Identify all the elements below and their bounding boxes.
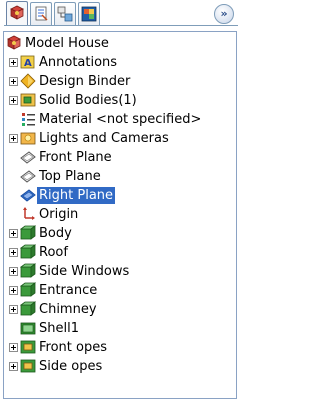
expand-toggle[interactable] (9, 77, 18, 86)
display-manager-icon (81, 6, 97, 22)
design-binder-icon (20, 73, 36, 89)
tree-item-front-plane[interactable]: Front Plane (4, 148, 234, 167)
feature-tree: Model House A Annotations Design Binder (3, 31, 237, 399)
feature-icon (20, 244, 36, 259)
tree-item-front-opes[interactable]: Front opes (4, 338, 234, 357)
tree-item-label: Front opes (39, 340, 107, 355)
plane-icon (20, 189, 36, 202)
tree-item-chimney[interactable]: Chimney (4, 300, 234, 319)
feature-icon (20, 225, 36, 240)
tab-divider (4, 25, 238, 26)
tree-item-label: Side opes (39, 359, 103, 374)
feature-manager-tab[interactable] (6, 1, 28, 26)
tree-item-label: Side Windows (39, 264, 130, 279)
tree-item-side-windows[interactable]: Side Windows (4, 262, 234, 281)
tree-item-label: Front Plane (39, 150, 112, 165)
feature-icon (20, 301, 36, 316)
manager-tabs-toolbar: » (4, 1, 238, 31)
material-icon (22, 113, 35, 126)
feature-manager-icon (10, 5, 24, 20)
tree-item-side-opes[interactable]: Side opes (4, 357, 234, 376)
cut-feature-icon (20, 359, 36, 373)
tree-item-right-plane[interactable]: Right Plane (4, 186, 234, 205)
plane-icon (20, 170, 36, 183)
expand-toggle[interactable] (9, 267, 18, 276)
expand-tabs-button[interactable]: » (214, 4, 234, 24)
expand-toggle[interactable] (9, 96, 18, 105)
feature-icon (20, 263, 36, 278)
expand-toggle[interactable] (9, 286, 18, 295)
tree-item-body[interactable]: Body (4, 224, 234, 243)
tree-item-label: Chimney (39, 302, 97, 317)
expand-toggle[interactable] (9, 248, 18, 257)
cut-feature-icon (20, 340, 36, 354)
feature-icon (20, 282, 36, 297)
svg-text:A: A (24, 58, 32, 69)
tree-item-label: Entrance (39, 283, 98, 298)
tree-item-label: Annotations (39, 55, 118, 70)
expand-toggle[interactable] (9, 362, 18, 371)
configuration-manager-icon (57, 6, 73, 22)
display-manager-tab[interactable] (78, 2, 100, 25)
lights-cameras-icon (20, 132, 36, 145)
configuration-manager-tab[interactable] (54, 2, 76, 25)
tree-item-label: Top Plane (39, 169, 101, 184)
tree-item-label: Shell1 (39, 321, 79, 336)
tree-item-label: Origin (39, 207, 79, 222)
tree-item-design-binder[interactable]: Design Binder (4, 72, 234, 91)
tree-item-shell1[interactable]: Shell1 (4, 319, 234, 338)
feature-manager-panel: » Model House A Annotations Design Binde… (0, 0, 240, 399)
tree-item-label: Lights and Cameras (39, 131, 169, 146)
part-icon (7, 35, 21, 50)
solid-bodies-icon (20, 93, 36, 107)
tree-item-material[interactable]: Material <not specified> (4, 110, 234, 129)
tree-item-label: Material <not specified> (39, 112, 202, 127)
tree-item-label-selected: Right Plane (37, 187, 116, 204)
tree-item-label: Body (39, 226, 72, 241)
tree-item-label: Solid Bodies(1) (39, 93, 137, 108)
tree-item-lights-cameras[interactable]: Lights and Cameras (4, 129, 234, 148)
tree-root-row[interactable]: Model House (4, 34, 234, 53)
tree-item-label: Roof (39, 245, 68, 260)
expand-toggle[interactable] (9, 134, 18, 143)
property-manager-icon (35, 6, 48, 21)
tree-item-top-plane[interactable]: Top Plane (4, 167, 234, 186)
expand-toggle[interactable] (9, 343, 18, 352)
expand-toggle[interactable] (9, 58, 18, 67)
tree-item-label: Design Binder (39, 74, 131, 89)
plane-icon (20, 151, 36, 164)
shell-icon (20, 322, 36, 335)
tree-item-annotations[interactable]: A Annotations (4, 53, 234, 72)
origin-icon (23, 207, 35, 220)
tree-item-solid-bodies[interactable]: Solid Bodies(1) (4, 91, 234, 110)
tree-root-label: Model House (25, 36, 109, 51)
tree-item-roof[interactable]: Roof (4, 243, 234, 262)
expand-toggle[interactable] (9, 305, 18, 314)
tree-item-entrance[interactable]: Entrance (4, 281, 234, 300)
expand-toggle[interactable] (9, 229, 18, 238)
property-manager-tab[interactable] (30, 2, 52, 25)
tree-item-origin[interactable]: Origin (4, 205, 234, 224)
annotations-icon: A (20, 55, 35, 69)
